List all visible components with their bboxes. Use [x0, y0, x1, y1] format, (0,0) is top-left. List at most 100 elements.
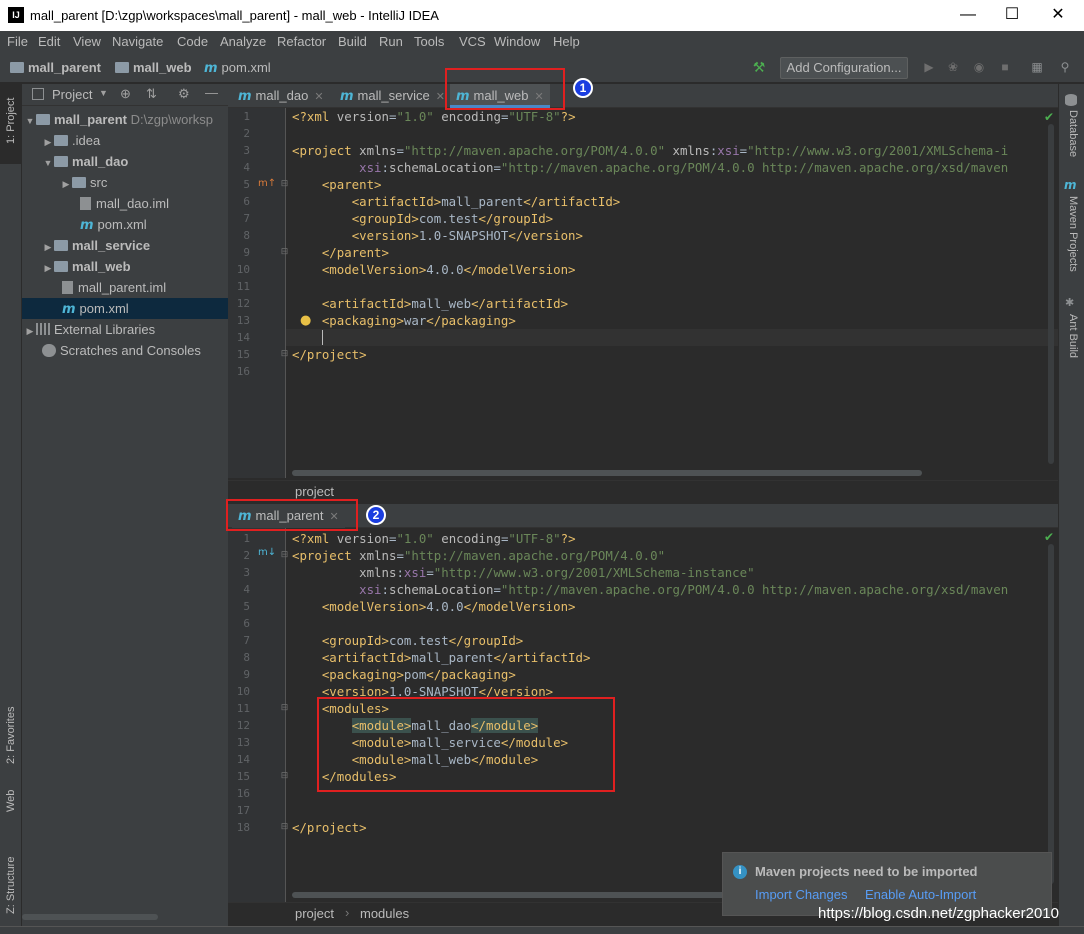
- title-bar: IJ mall_parent [D:\zgp\workspaces\mall_p…: [0, 0, 1084, 31]
- close-tab-icon[interactable]: ✕: [436, 91, 445, 103]
- tree-item-root[interactable]: ▼ mall_parent D:\zgp\worksp: [22, 109, 228, 130]
- implemented-icon[interactable]: m↓: [258, 547, 276, 558]
- tree-item-src[interactable]: ▶ src: [22, 172, 228, 193]
- current-line-highlight: [286, 329, 1058, 346]
- add-configuration-button[interactable]: Add Configuration...: [780, 57, 908, 79]
- fold-icon[interactable]: ⊟: [280, 823, 289, 832]
- scratches-icon: [42, 344, 56, 357]
- project-horizontal-scrollbar[interactable]: [22, 914, 158, 920]
- import-changes-link[interactable]: Import Changes: [755, 887, 848, 902]
- coverage-icon[interactable]: ◉: [972, 60, 986, 74]
- database-tool-tab[interactable]: Database: [1067, 110, 1079, 157]
- maven-icon: m: [80, 218, 94, 233]
- module-folder-icon: [54, 261, 68, 272]
- text-caret: [321, 330, 331, 345]
- breadcrumb-modules[interactable]: modules: [360, 906, 409, 921]
- tree-item-dao-pom[interactable]: m pom.xml: [22, 214, 228, 235]
- fold-icon[interactable]: ⊟: [280, 248, 289, 257]
- menu-code[interactable]: Code: [177, 34, 208, 49]
- menu-file[interactable]: File: [7, 34, 28, 49]
- module-folder-icon: [36, 114, 50, 125]
- menu-view[interactable]: View: [73, 34, 101, 49]
- right-tool-strip: Database m Maven Projects ✱ Ant Build: [1058, 84, 1084, 934]
- info-icon: i: [733, 865, 747, 879]
- collapsed-arrow-icon: ▶: [44, 242, 52, 252]
- favorites-tool-tab[interactable]: 2: Favorites: [5, 707, 17, 764]
- tree-item-external-libraries[interactable]: ▶ External Libraries: [22, 319, 228, 340]
- menu-run[interactable]: Run: [379, 34, 403, 49]
- collapse-all-icon[interactable]: ⇅: [146, 86, 157, 102]
- build-hammer-icon[interactable]: ⚒: [752, 60, 766, 74]
- breadcrumb-module[interactable]: mall_web: [115, 60, 192, 75]
- menu-tools[interactable]: Tools: [414, 34, 444, 49]
- folder-icon: [54, 135, 68, 146]
- fold-icon[interactable]: ⊟: [280, 704, 289, 713]
- watermark: https://blog.csdn.net/zgphacker2010: [818, 905, 1059, 922]
- menu-vcs[interactable]: VCS: [459, 34, 486, 49]
- run-icon[interactable]: ▶: [922, 60, 936, 74]
- folder-icon: [72, 177, 86, 188]
- module-folder-icon: [54, 240, 68, 251]
- menu-build[interactable]: Build: [338, 34, 367, 49]
- stop-icon[interactable]: ■: [998, 60, 1012, 74]
- tree-item-mall-web[interactable]: ▶ mall_web: [22, 256, 228, 277]
- overrides-icon[interactable]: m↑: [258, 178, 276, 189]
- maximize-icon[interactable]: ☐: [1000, 4, 1024, 26]
- locate-icon[interactable]: ⊕: [120, 86, 131, 102]
- enable-auto-import-link[interactable]: Enable Auto-Import: [865, 887, 976, 902]
- tree-item-scratches[interactable]: Scratches and Consoles: [22, 340, 228, 361]
- chevron-down-icon[interactable]: ▼: [99, 88, 108, 98]
- annotation-box-modules: [317, 697, 615, 792]
- fold-icon[interactable]: ⊟: [280, 551, 289, 560]
- left-tool-strip: 1: Project 2: Favorites Web Z: Structure: [0, 84, 22, 934]
- top-horizontal-scrollbar[interactable]: [292, 470, 922, 476]
- annotation-box-mall-parent-tab: [226, 499, 358, 531]
- project-tool-tab[interactable]: 1: Project: [5, 98, 17, 144]
- tree-item-root-pom[interactable]: m pom.xml: [22, 298, 228, 319]
- tree-item-mall-parent-iml[interactable]: mall_parent.iml: [22, 277, 228, 298]
- iml-file-icon: [80, 197, 91, 210]
- tab-mall-service[interactable]: m mall_service ✕: [334, 84, 451, 108]
- ant-build-tool-tab[interactable]: Ant Build: [1067, 314, 1079, 358]
- search-everywhere-icon[interactable]: ⚲: [1058, 60, 1072, 74]
- bottom-vertical-scrollbar[interactable]: [1048, 544, 1054, 884]
- tab-mall-dao[interactable]: m mall_dao ✕: [232, 84, 330, 108]
- gear-icon[interactable]: ⚙: [178, 86, 190, 102]
- hide-panel-icon[interactable]: —: [205, 85, 218, 100]
- tree-item-mall-dao-iml[interactable]: mall_dao.iml: [22, 193, 228, 214]
- tree-item-mall-dao[interactable]: ▼ mall_dao: [22, 151, 228, 172]
- project-structure-icon[interactable]: ▦: [1030, 60, 1044, 74]
- fold-icon[interactable]: ⊟: [280, 772, 289, 781]
- minimize-icon[interactable]: —: [956, 4, 980, 26]
- menu-window[interactable]: Window: [494, 34, 540, 49]
- no-problems-check-icon: ✔: [1044, 110, 1055, 124]
- maven-projects-tool-tab[interactable]: Maven Projects: [1067, 196, 1079, 272]
- maven-icon: m: [1064, 178, 1077, 192]
- menu-navigate[interactable]: Navigate: [112, 34, 163, 49]
- breadcrumb-file[interactable]: m pom.xml: [204, 60, 271, 76]
- web-tool-tab[interactable]: Web: [5, 790, 17, 812]
- structure-tool-tab[interactable]: Z: Structure: [5, 857, 17, 914]
- debug-icon[interactable]: ❀: [946, 60, 960, 74]
- collapsed-arrow-icon: ▶: [44, 263, 52, 273]
- menu-analyze[interactable]: Analyze: [220, 34, 266, 49]
- breadcrumb-root[interactable]: mall_parent: [10, 60, 101, 75]
- close-tab-icon[interactable]: ✕: [314, 91, 323, 103]
- maven-icon: m: [238, 89, 252, 104]
- breadcrumb-separator-icon: ›: [345, 905, 350, 920]
- menu-help[interactable]: Help: [553, 34, 580, 49]
- lightbulb-icon[interactable]: ●: [300, 313, 311, 328]
- breadcrumb-project[interactable]: project: [295, 906, 334, 921]
- tree-item-idea[interactable]: ▶ .idea: [22, 130, 228, 151]
- fold-icon[interactable]: ⊟: [280, 180, 289, 189]
- breadcrumb-project[interactable]: project: [295, 484, 334, 499]
- menu-edit[interactable]: Edit: [38, 34, 60, 49]
- tree-item-mall-service[interactable]: ▶ mall_service: [22, 235, 228, 256]
- annotation-badge-1: 1: [573, 78, 593, 98]
- module-folder-icon: [54, 156, 68, 167]
- project-view-selector[interactable]: Project: [52, 87, 92, 102]
- top-vertical-scrollbar[interactable]: [1048, 124, 1054, 464]
- fold-icon[interactable]: ⊟: [280, 350, 289, 359]
- close-icon[interactable]: ✕: [1046, 4, 1070, 26]
- menu-refactor[interactable]: Refactor: [277, 34, 326, 49]
